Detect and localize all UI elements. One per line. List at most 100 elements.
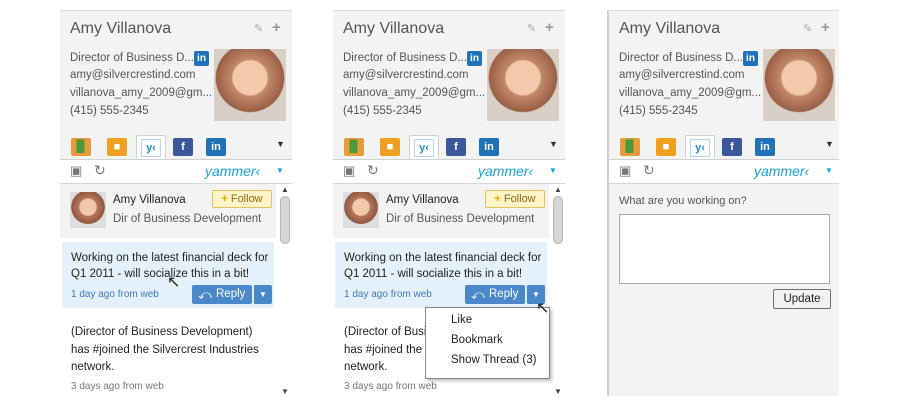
yammer-dropdown-icon[interactable]: ▼ (549, 166, 557, 175)
scroll-down-icon[interactable]: ▼ (554, 387, 562, 396)
menu-item-like[interactable]: Like (451, 314, 472, 326)
feed-user-name[interactable]: Amy Villanova (113, 194, 186, 206)
contact-title: Director of Business D... (619, 52, 743, 64)
feed-user-name[interactable]: Amy Villanova (386, 194, 459, 206)
compose-area: What are you working on? Update (609, 183, 839, 396)
scrollbar[interactable]: ▲ ▼ (278, 184, 292, 396)
yammer-toolbar: ▣ ↻ yammer‹ ▼ (333, 160, 565, 182)
reply-arrow-icon: ⤺ (471, 287, 485, 302)
linkedin-badge-icon[interactable]: in (194, 51, 209, 66)
avatar[interactable] (343, 192, 379, 228)
contact-email[interactable]: amy@silvercrestind.com (343, 69, 468, 81)
refresh-icon[interactable]: ↻ (94, 162, 106, 179)
scrollbar[interactable]: ▲ ▼ (551, 184, 565, 396)
tab-chart-icon[interactable]: ▉ (620, 138, 640, 156)
menu-item-show-thread[interactable]: Show Thread (3) (451, 354, 536, 366)
avatar[interactable] (70, 192, 106, 228)
reply-arrow-icon: ⤺ (198, 287, 212, 302)
add-plus-icon[interactable]: + (545, 19, 554, 36)
linkedin-badge-icon[interactable]: in (467, 51, 482, 66)
contact-alt-email[interactable]: villanova_amy_2009@gm... (70, 87, 212, 99)
contact-card: Amy Villanova ✎ + Director of Business D… (333, 11, 565, 135)
contact-email[interactable]: amy@silvercrestind.com (70, 69, 195, 81)
add-plus-icon[interactable]: + (272, 19, 281, 36)
follow-button[interactable]: + Follow (212, 190, 272, 208)
tab-contacts-icon[interactable]: ■ (107, 138, 127, 156)
tab-yammer-icon[interactable]: y‹ (409, 135, 439, 159)
tabs-dropdown-icon[interactable]: ▼ (549, 139, 558, 149)
feed-user-title: Dir of Business Development (386, 213, 535, 225)
contact-name: Amy Villanova (619, 20, 721, 37)
comment-icon[interactable]: ▣ (343, 163, 355, 179)
user-header: Amy Villanova Dir of Business Developmen… (333, 184, 549, 238)
scroll-thumb[interactable] (280, 196, 290, 244)
tabs-dropdown-icon[interactable]: ▼ (825, 139, 834, 149)
contact-phone: (415) 555-2345 (70, 105, 149, 117)
follow-button[interactable]: + Follow (485, 190, 545, 208)
scroll-up-icon[interactable]: ▲ (281, 185, 289, 194)
post-timestamp-2[interactable]: 3 days ago from web (71, 381, 164, 392)
comment-icon[interactable]: ▣ (619, 163, 631, 179)
contact-photo (763, 49, 835, 121)
post-text: Working on the latest financial deck for… (344, 252, 542, 280)
add-plus-icon[interactable]: + (821, 19, 830, 36)
tab-chart-icon[interactable]: ▉ (71, 138, 91, 156)
yammer-logo[interactable]: yammer‹ (478, 163, 533, 179)
tab-linkedin-icon[interactable]: in (479, 138, 499, 156)
edit-pencil-icon[interactable]: ✎ (527, 22, 536, 35)
tab-chart-icon[interactable]: ▉ (344, 138, 364, 156)
post-text-2: (Director of Business Development) has #… (71, 326, 259, 373)
tab-yammer-icon[interactable]: y‹ (136, 135, 166, 159)
contact-phone: (415) 555-2345 (343, 105, 422, 117)
widget-panel-feed: Amy Villanova ✎ + Director of Business D… (60, 10, 292, 396)
tab-linkedin-icon[interactable]: in (206, 138, 226, 156)
contact-alt-email[interactable]: villanova_amy_2009@gm... (619, 87, 761, 99)
update-button[interactable]: Update (773, 289, 831, 309)
tab-contacts-icon[interactable]: ■ (656, 138, 676, 156)
contact-name: Amy Villanova (70, 20, 172, 37)
user-header: Amy Villanova Dir of Business Developmen… (60, 184, 276, 238)
reply-button[interactable]: ⤺ Reply (465, 285, 525, 304)
social-tab-bar: ▉ ■ y‹ f in ▼ (60, 135, 292, 160)
tabs-dropdown-icon[interactable]: ▼ (276, 139, 285, 149)
linkedin-badge-icon[interactable]: in (743, 51, 758, 66)
mouse-cursor-icon: ↖ (167, 274, 181, 291)
widget-panel-compose: Amy Villanova ✎ + Director of Business D… (607, 10, 839, 396)
post-timestamp[interactable]: 1 day ago from web (344, 289, 432, 300)
tab-yammer-icon[interactable]: y‹ (685, 135, 715, 159)
tab-facebook-icon[interactable]: f (446, 138, 466, 156)
compose-textarea[interactable] (619, 214, 830, 284)
yammer-toolbar: ▣ ↻ yammer‹ ▼ (609, 160, 839, 182)
tab-facebook-icon[interactable]: f (722, 138, 742, 156)
contact-name: Amy Villanova (343, 20, 445, 37)
yammer-logo[interactable]: yammer‹ (205, 163, 260, 179)
list-item: Working on the latest financial deck for… (335, 242, 547, 308)
tab-linkedin-icon[interactable]: in (755, 138, 775, 156)
comment-icon[interactable]: ▣ (70, 163, 82, 179)
yammer-dropdown-icon[interactable]: ▼ (825, 166, 833, 175)
tab-contacts-icon[interactable]: ■ (380, 138, 400, 156)
social-tab-bar: ▉ ■ y‹ f in ▼ (609, 135, 839, 160)
mouse-cursor-icon: ↖ (536, 300, 550, 317)
yammer-dropdown-icon[interactable]: ▼ (276, 166, 284, 175)
post-timestamp[interactable]: 1 day ago from web (71, 289, 159, 300)
contact-card: Amy Villanova ✎ + Director of Business D… (609, 11, 839, 135)
contact-phone: (415) 555-2345 (619, 105, 698, 117)
edit-pencil-icon[interactable]: ✎ (254, 22, 263, 35)
contact-title: Director of Business D... (70, 52, 194, 64)
yammer-logo[interactable]: yammer‹ (754, 163, 809, 179)
scroll-down-icon[interactable]: ▼ (281, 387, 289, 396)
contact-alt-email[interactable]: villanova_amy_2009@gm... (343, 87, 485, 99)
reply-dropdown-icon[interactable]: ▼ (253, 285, 272, 304)
refresh-icon[interactable]: ↻ (367, 162, 379, 179)
tab-facebook-icon[interactable]: f (173, 138, 193, 156)
menu-item-bookmark[interactable]: Bookmark (451, 334, 503, 346)
edit-pencil-icon[interactable]: ✎ (803, 22, 812, 35)
scroll-thumb[interactable] (553, 196, 563, 244)
scroll-up-icon[interactable]: ▲ (554, 185, 562, 194)
reply-button[interactable]: ⤺ Reply (192, 285, 252, 304)
refresh-icon[interactable]: ↻ (643, 162, 655, 179)
post-timestamp-2[interactable]: 3 days ago from web (344, 381, 437, 392)
contact-email[interactable]: amy@silvercrestind.com (619, 69, 744, 81)
reply-options-menu: Like Bookmark Show Thread (3) (425, 307, 550, 379)
